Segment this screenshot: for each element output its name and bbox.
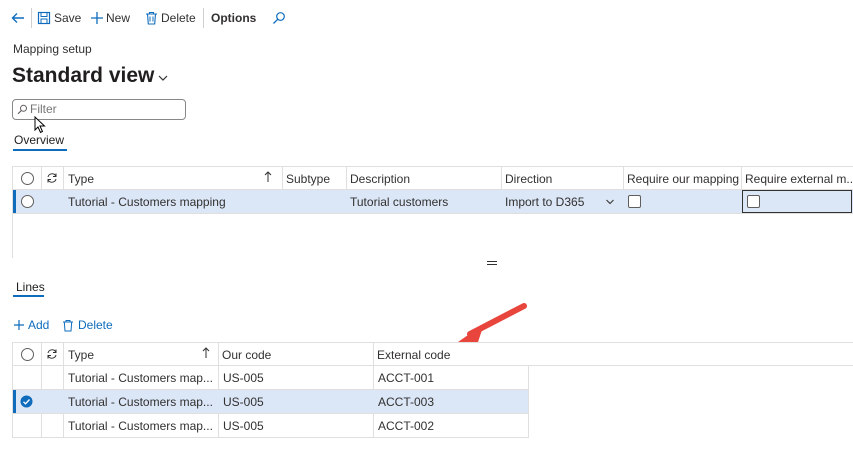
grid-border bbox=[528, 365, 529, 438]
mapping-grid: Type Subtype Description Direction Requi… bbox=[12, 166, 853, 258]
trash-icon bbox=[146, 11, 157, 25]
add-line-label: Add bbox=[28, 318, 50, 332]
table-row[interactable]: Tutorial - Customers mapping Tutorial cu… bbox=[13, 190, 853, 213]
select-all-radio[interactable] bbox=[21, 172, 34, 185]
col-header-description[interactable]: Description bbox=[350, 172, 410, 186]
tab-overview-label: Overview bbox=[14, 133, 65, 147]
toolbar-divider bbox=[31, 8, 32, 28]
delete-line-button[interactable]: Delete bbox=[62, 317, 113, 333]
checkmark-circle-icon[interactable] bbox=[20, 395, 33, 408]
chevron-down-icon bbox=[158, 75, 168, 81]
select-all-radio[interactable] bbox=[21, 348, 34, 361]
breadcrumb: Mapping setup bbox=[13, 42, 92, 56]
view-selector[interactable]: Standard view bbox=[12, 62, 169, 90]
cell-external-code: ACCT-002 bbox=[378, 419, 435, 433]
grid-border bbox=[12, 166, 853, 167]
delete-label: Delete bbox=[161, 11, 196, 25]
cell-external-code: ACCT-003 bbox=[378, 395, 435, 409]
refresh-icon[interactable] bbox=[46, 348, 58, 360]
toolbar-divider bbox=[203, 8, 204, 28]
cell-type: Tutorial - Customers mapping bbox=[68, 195, 226, 209]
new-button[interactable]: New bbox=[90, 0, 130, 36]
cell-type: Tutorial - Customers map... bbox=[68, 371, 213, 385]
options-label: Options bbox=[211, 11, 257, 25]
mouse-cursor-icon bbox=[34, 116, 46, 134]
plus-icon bbox=[91, 12, 103, 24]
col-header-subtype[interactable]: Subtype bbox=[286, 172, 330, 186]
splitter-handle[interactable] bbox=[487, 264, 497, 265]
grid-border bbox=[12, 437, 528, 438]
direction-select[interactable]: Import to D365 bbox=[505, 195, 584, 209]
cell-our-code: US-005 bbox=[223, 371, 264, 385]
view-title: Standard view bbox=[12, 64, 155, 87]
require-our-mapping-checkbox[interactable] bbox=[628, 195, 641, 208]
red-arrow-annotation-icon bbox=[458, 303, 527, 342]
search-icon bbox=[17, 104, 27, 115]
col-header-external-code[interactable]: External code bbox=[377, 348, 450, 362]
tab-overview[interactable]: Overview bbox=[14, 133, 64, 147]
tab-underline bbox=[13, 149, 67, 151]
table-row[interactable]: Tutorial - Customers map... US-005 ACCT-… bbox=[13, 390, 528, 413]
table-row[interactable]: Tutorial - Customers map... US-005 ACCT-… bbox=[13, 366, 528, 389]
col-header-type[interactable]: Type bbox=[68, 348, 94, 362]
search-icon bbox=[273, 12, 285, 24]
action-pane: Save New Delete Options bbox=[0, 0, 853, 37]
refresh-icon[interactable] bbox=[46, 172, 58, 184]
tab-underline bbox=[13, 295, 44, 297]
col-header-require-external-mapping[interactable]: Require external m... bbox=[745, 172, 853, 186]
chevron-down-icon bbox=[606, 199, 614, 205]
options-tab[interactable]: Options bbox=[211, 0, 256, 36]
cell-description: Tutorial customers bbox=[350, 195, 449, 209]
back-arrow-icon bbox=[11, 13, 24, 23]
save-button[interactable]: Save bbox=[37, 0, 81, 36]
tab-lines[interactable]: Lines bbox=[16, 280, 45, 294]
col-header-type[interactable]: Type bbox=[68, 172, 94, 186]
sort-ascending-icon bbox=[264, 171, 272, 182]
col-header-require-our-mapping[interactable]: Require our mapping bbox=[627, 172, 739, 186]
selected-row-indicator bbox=[13, 390, 16, 413]
cell-type: Tutorial - Customers map... bbox=[68, 395, 213, 409]
delete-button[interactable]: Delete bbox=[145, 0, 196, 36]
grid-border bbox=[12, 342, 853, 343]
row-select-radio[interactable] bbox=[21, 195, 34, 208]
selected-row-indicator bbox=[13, 190, 16, 213]
table-row[interactable]: Tutorial - Customers map... US-005 ACCT-… bbox=[13, 414, 528, 437]
trash-icon bbox=[63, 319, 73, 331]
save-icon bbox=[37, 11, 51, 25]
filter-input[interactable] bbox=[30, 101, 180, 116]
sort-ascending-icon bbox=[202, 347, 210, 358]
splitter-handle[interactable] bbox=[487, 261, 497, 262]
back-button[interactable] bbox=[8, 0, 28, 36]
plus-icon bbox=[14, 320, 24, 330]
grid-border bbox=[12, 213, 853, 214]
main-content: Mapping setup Standard view Overview Typ… bbox=[0, 36, 853, 450]
cell-our-code: US-005 bbox=[223, 395, 264, 409]
save-label: Save bbox=[54, 11, 82, 25]
col-header-our-code[interactable]: Our code bbox=[222, 348, 271, 362]
search-button[interactable] bbox=[272, 0, 286, 36]
delete-line-label: Delete bbox=[78, 318, 113, 332]
lines-grid: Type Our code External code Tutorial - C… bbox=[12, 342, 853, 438]
require-external-mapping-checkbox[interactable] bbox=[747, 195, 760, 208]
cell-type: Tutorial - Customers map... bbox=[68, 419, 213, 433]
add-line-button[interactable]: Add bbox=[13, 317, 49, 333]
col-header-direction[interactable]: Direction bbox=[505, 172, 552, 186]
cell-our-code: US-005 bbox=[223, 419, 264, 433]
tab-lines-label: Lines bbox=[16, 280, 45, 294]
new-label: New bbox=[106, 11, 131, 25]
cell-external-code: ACCT-001 bbox=[378, 371, 435, 385]
